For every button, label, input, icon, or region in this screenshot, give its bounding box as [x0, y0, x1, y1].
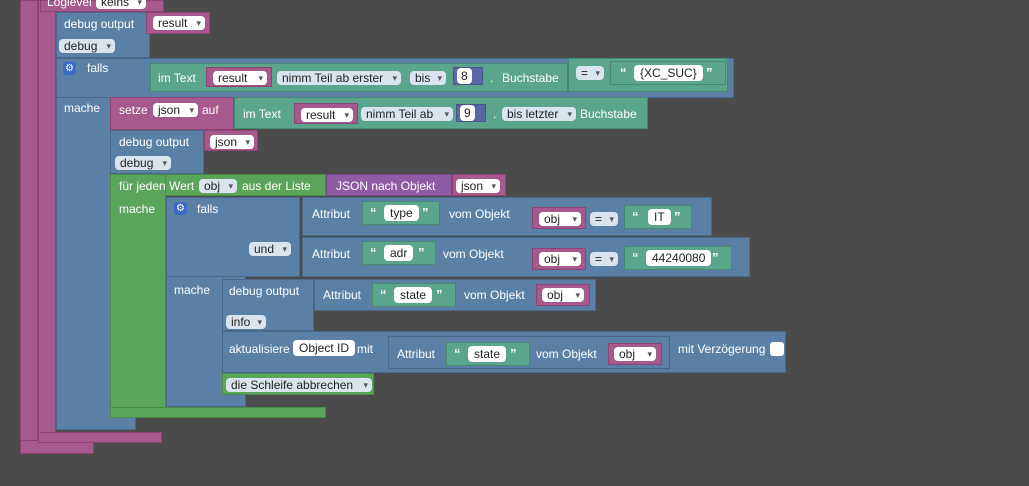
debug-output-label-3: debug output [229, 284, 300, 298]
attr1-value-field[interactable]: IT [648, 209, 671, 225]
text-literal-field-1[interactable]: {XC_SUC} [634, 65, 703, 81]
object-id-field[interactable]: Object ID [293, 340, 356, 356]
debug-level-dropdown-1[interactable]: debug [59, 39, 115, 53]
update-mit-label: mit [357, 342, 373, 356]
update-attr-label: Attribut [397, 347, 436, 361]
outer-frame-1 [20, 0, 38, 454]
foreach-aus-label: aus der Liste [242, 179, 311, 193]
auf-label: auf [202, 103, 219, 117]
debug-level-dropdown-2[interactable]: debug [115, 156, 171, 170]
bis-dropdown[interactable]: bis [410, 71, 446, 85]
update-obj-dropdown[interactable]: obj [614, 347, 656, 361]
update-close-quote: ” [510, 346, 517, 361]
var-result-dropdown-2[interactable]: result [213, 71, 267, 85]
attr1-key-field[interactable]: type [384, 205, 419, 221]
debug3-vom-label: vom Objekt [464, 288, 525, 302]
buchstabe-label-1: Buchstabe [502, 71, 559, 85]
number-block-8[interactable]: 8 [453, 67, 483, 85]
attr2-obj-dropdown[interactable]: obj [539, 252, 581, 266]
loglevel-label: Loglevel [47, 0, 92, 9]
attr2-open-quote: “ [370, 245, 377, 260]
attr2-value-open-quote: “ [632, 250, 639, 265]
foreach-label: für jeden Wert [119, 179, 195, 193]
if-falls-label-2: falls [197, 202, 219, 216]
attr1-open-quote: “ [370, 205, 377, 220]
set-var-dropdown[interactable]: json [153, 103, 198, 117]
im-text-label-2: im Text [243, 107, 281, 121]
var-json-dropdown-1[interactable]: json [210, 135, 254, 149]
debug-output-label-2: debug output [119, 135, 190, 149]
gear-icon[interactable]: ⚙ [63, 62, 76, 75]
loglevel-dropdown[interactable]: keins [96, 0, 146, 9]
open-quote-1: “ [620, 65, 627, 80]
if-mache-label-2: mache [174, 283, 211, 297]
attr1-vom-label: vom Objekt [449, 207, 510, 221]
attr2-vom-label: vom Objekt [443, 247, 504, 261]
foreach-foot [110, 407, 326, 418]
json-to-object-label: JSON nach Objekt [336, 179, 436, 193]
end-mode-dropdown[interactable]: bis letzter [502, 107, 576, 121]
update-open-quote: “ [454, 346, 461, 361]
number-block-9[interactable]: 9 [456, 104, 486, 122]
setze-label: setze [119, 103, 148, 117]
break-dropdown[interactable]: die Schleife abbrechen [226, 378, 372, 392]
debug3-key-field[interactable]: state [394, 287, 433, 303]
substring-mode-dropdown-1[interactable]: nimm Teil ab erster [277, 71, 401, 85]
attr1-label: Attribut [312, 207, 351, 221]
foreach-mache-label: mache [119, 202, 156, 216]
buchstabe-label-2: Buchstabe [580, 107, 637, 121]
if-falls-label-1: falls [87, 61, 109, 75]
attr1-obj-dropdown[interactable]: obj [539, 212, 581, 226]
attr2-close-quote: ” [418, 245, 425, 260]
update-label: aktualisiere [229, 342, 290, 356]
update-vom-label: vom Objekt [536, 347, 597, 361]
update-key-field[interactable]: state [468, 346, 507, 362]
im-text-label-1: im Text [158, 71, 196, 85]
if-mache-label-1: mache [64, 101, 101, 115]
close-quote-1: ” [706, 65, 713, 80]
attr2-label: Attribut [312, 247, 351, 261]
foreach-var-dropdown[interactable]: obj [199, 179, 237, 193]
dot-label-2: . [493, 107, 497, 121]
var-result-dropdown-3[interactable]: result [301, 108, 353, 122]
attr2-value-field[interactable]: 44240080 [646, 250, 712, 266]
attr1-close-quote: ” [422, 205, 429, 220]
number-field-8[interactable]: 8 [457, 68, 472, 84]
outer-frame-2 [38, 0, 56, 442]
attr2-value-close-quote: ” [712, 250, 719, 265]
delay-checkbox[interactable] [770, 342, 784, 356]
attr1-value-close-quote: ” [674, 209, 681, 224]
debug-level-dropdown-3[interactable]: info [226, 315, 266, 329]
var-result-dropdown-1[interactable]: result [153, 16, 205, 30]
debug3-open-quote: “ [380, 287, 387, 302]
debug-output-label-1: debug output [64, 17, 135, 31]
debug3-attr-label: Attribut [323, 288, 362, 302]
var-json-dropdown-2[interactable]: json [456, 179, 500, 193]
und-dropdown[interactable]: und [249, 242, 291, 256]
substring-mode-dropdown-2[interactable]: nimm Teil ab [361, 107, 453, 121]
gear-icon-2[interactable]: ⚙ [174, 202, 187, 215]
dot-label-1: . [490, 71, 494, 85]
equals-dropdown-1[interactable]: = [576, 66, 604, 80]
equals-dropdown-3[interactable]: = [590, 252, 618, 266]
debug3-obj-dropdown[interactable]: obj [542, 288, 584, 302]
delay-label: mit Verzögerung [678, 342, 766, 356]
outer-frame-2-foot [38, 432, 162, 443]
attr1-value-open-quote: “ [632, 209, 639, 224]
number-field-9[interactable]: 9 [460, 105, 475, 121]
equals-dropdown-2[interactable]: = [590, 212, 618, 226]
attr2-key-field[interactable]: adr [384, 245, 414, 261]
debug3-close-quote: ” [436, 287, 443, 302]
